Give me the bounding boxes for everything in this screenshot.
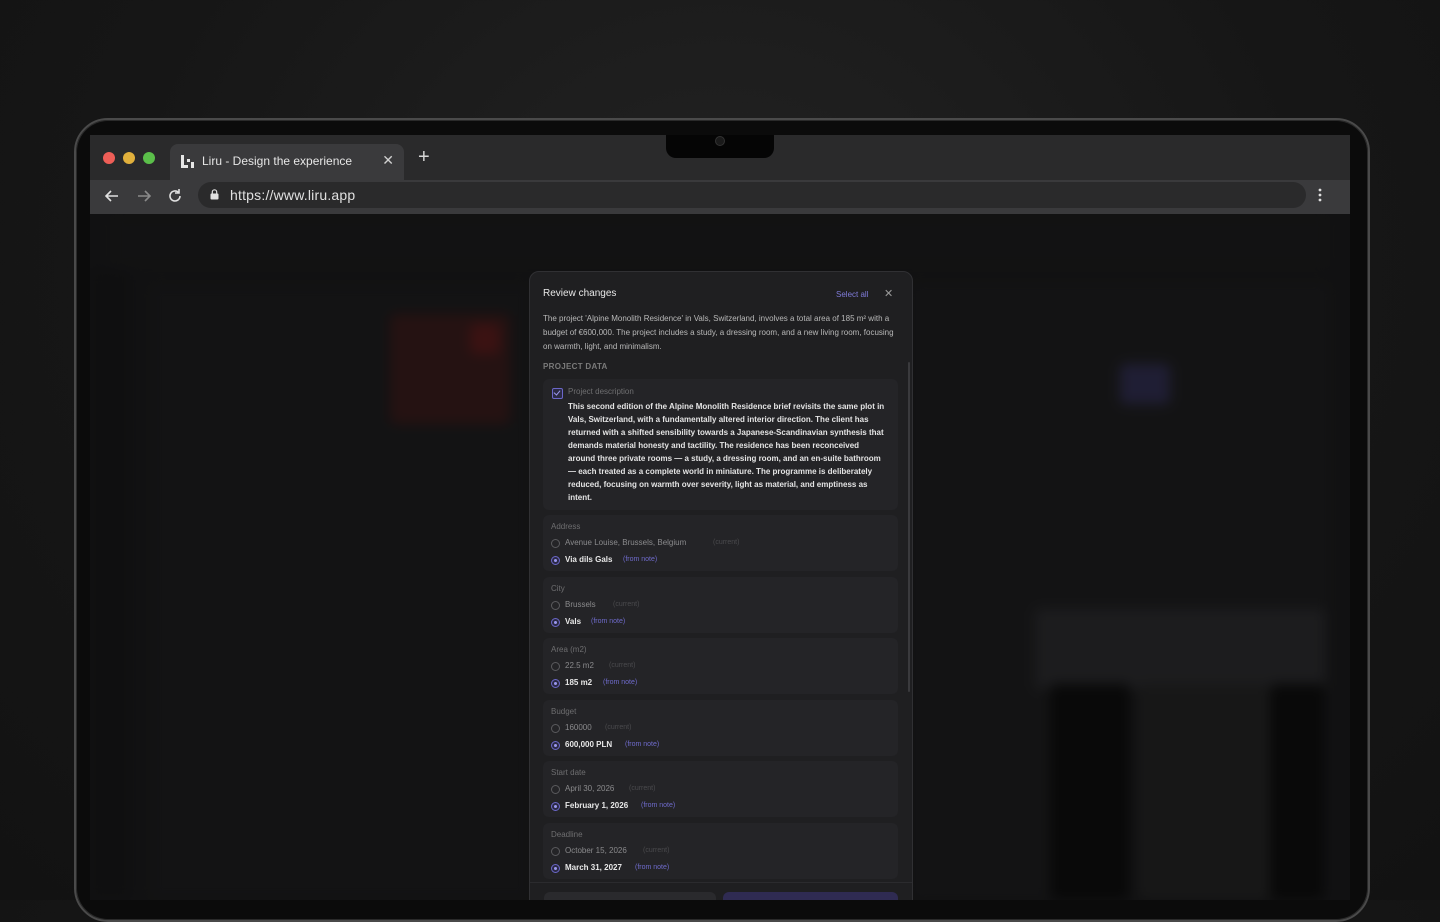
current-value: October 15, 2026 (565, 845, 627, 855)
new-value: March 31, 2027 (565, 862, 622, 872)
field-card: Address Avenue Louise, Brussels, Belgium (… (543, 515, 898, 571)
current-tag: (current) (629, 785, 656, 792)
radio-icon[interactable] (551, 662, 560, 671)
from-note-tag: (from note) (623, 556, 658, 563)
new-tab-button[interactable]: + (418, 147, 430, 167)
from-note-tag: (from note) (635, 863, 670, 871)
modal-footer (530, 882, 912, 900)
change-summary: The project 'Alpine Monolith Residence' … (543, 314, 894, 351)
current-value: Avenue Louise, Brussels, Belgium (565, 538, 687, 547)
current-tag: (current) (613, 600, 640, 608)
radio-icon[interactable] (551, 785, 560, 794)
liru-logo-icon (181, 155, 194, 168)
from-note-tag: (from note) (641, 802, 676, 809)
current-tag: (current) (605, 723, 632, 731)
new-value: Via dils Gals (565, 555, 613, 564)
radio-icon[interactable] (551, 723, 560, 733)
radio-selected-icon[interactable] (551, 863, 560, 873)
radio-selected-icon[interactable] (551, 679, 560, 688)
new-value: Vals (565, 616, 582, 626)
from-note-tag: (from note) (625, 740, 660, 748)
field-card: Start date April 30, 2026 (current) Februar… (543, 761, 898, 817)
arrow-right-icon[interactable] (134, 186, 154, 206)
new-value: February 1, 2026 (565, 801, 629, 810)
field-label: City (551, 583, 565, 593)
tab-close-icon[interactable]: ✕ (382, 152, 394, 169)
field-label: Start date (551, 768, 586, 777)
current-tag: (current) (713, 539, 740, 546)
radio-icon[interactable] (551, 600, 560, 610)
radio-selected-icon[interactable] (551, 740, 560, 750)
field-label: Address (551, 522, 581, 531)
window-close-button[interactable] (103, 152, 115, 164)
current-value: 22.5 m2 (565, 661, 594, 670)
from-note-tag: (from note) (603, 679, 638, 686)
tab-title: Liru - Design the experience (202, 154, 353, 168)
field-card: Area (m2) 22.5 m2 (current) 185 m2 (from not… (543, 638, 898, 694)
select-all-button[interactable]: Select all (836, 290, 868, 299)
radio-selected-icon[interactable] (551, 802, 560, 811)
app-page: Review changes Select all ✕ The project … (90, 214, 1350, 900)
new-value: 600,000 PLN (565, 739, 613, 749)
camera-icon (715, 136, 725, 146)
description-label: Project description (568, 387, 634, 396)
browser-tab[interactable]: Liru - Design the experience ✕ (170, 144, 404, 180)
field-card: Deadline October 15, 2026 (current) March 3… (543, 822, 898, 879)
browser-window: Liru - Design the experience ✕ + https:/… (90, 135, 1350, 900)
field-label: Budget (551, 706, 577, 716)
modal-title: Review changes (543, 288, 617, 299)
field-card: Budget 160000 (current) 600,000 PLN (from no… (543, 699, 898, 756)
current-tag: (current) (609, 662, 636, 669)
description-checkbox[interactable] (552, 388, 563, 399)
field-label: Area (m2) (551, 645, 587, 654)
apply-button[interactable] (723, 892, 898, 900)
radio-icon[interactable] (551, 539, 560, 548)
field-card: City Brussels (current) Vals (from note) (543, 576, 898, 633)
browser-toolbar: https://www.liru.app (90, 180, 1350, 214)
modal-scrollbar[interactable] (908, 362, 910, 692)
field-label: Deadline (551, 829, 583, 839)
url-text: https://www.liru.app (230, 187, 356, 203)
lock-icon (210, 189, 219, 200)
camera-notch (666, 135, 774, 158)
description-card: Project description This second edition … (543, 379, 898, 510)
radio-selected-icon[interactable] (551, 617, 560, 627)
address-bar[interactable]: https://www.liru.app (198, 182, 1306, 208)
close-icon[interactable]: ✕ (884, 287, 893, 300)
radio-selected-icon[interactable] (551, 556, 560, 565)
review-changes-modal: Review changes Select all ✕ The project … (529, 271, 913, 900)
arrow-left-icon[interactable] (102, 186, 122, 206)
new-value: 185 m2 (565, 678, 593, 687)
cancel-button[interactable] (544, 892, 716, 900)
current-value: April 30, 2026 (565, 784, 615, 793)
section-heading: PROJECT DATA (543, 362, 608, 371)
current-value: 160000 (565, 722, 592, 732)
current-tag: (current) (643, 846, 670, 854)
window-minimize-button[interactable] (123, 152, 135, 164)
radio-icon[interactable] (551, 846, 560, 856)
current-value: Brussels (565, 599, 596, 609)
reload-icon[interactable] (165, 186, 185, 206)
description-text: This second edition of the Alpine Monoli… (568, 402, 885, 502)
from-note-tag: (from note) (591, 617, 626, 625)
window-maximize-button[interactable] (143, 152, 155, 164)
more-vertical-icon[interactable] (1318, 188, 1322, 202)
